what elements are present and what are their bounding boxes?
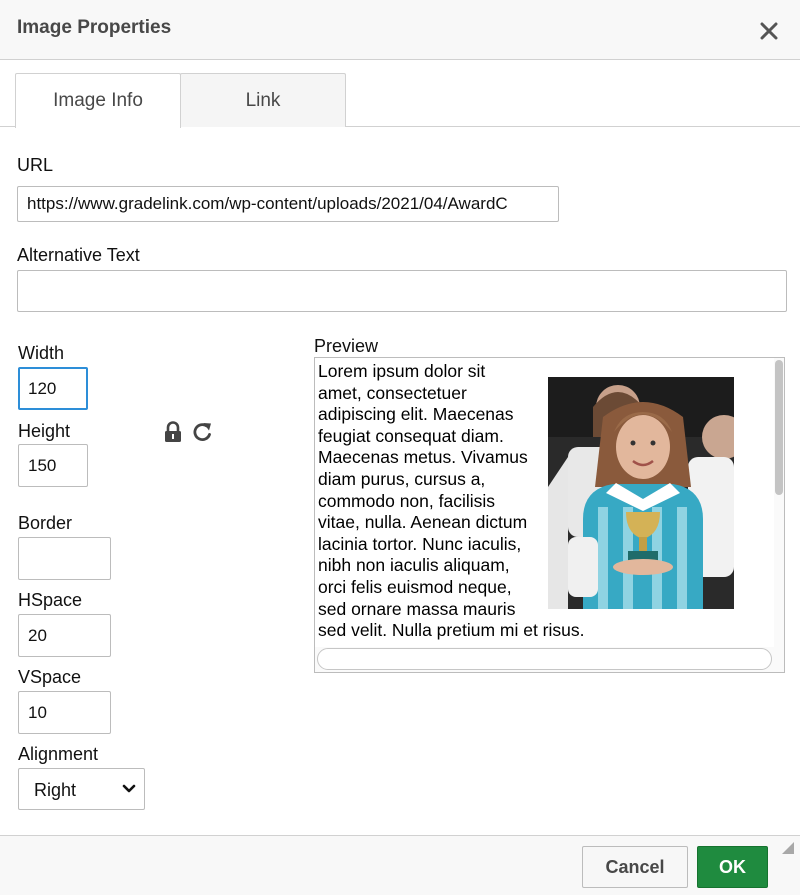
height-label: Height xyxy=(18,421,71,441)
preview-vertical-scrollbar[interactable] xyxy=(774,358,784,672)
url-input[interactable] xyxy=(17,186,559,222)
url-label: URL xyxy=(17,155,54,175)
dialog-title: Image Properties xyxy=(17,17,172,38)
hspace-input[interactable] xyxy=(18,614,111,657)
preview-lorem-text: Lorem ipsum dolor sit amet, consectetuer… xyxy=(318,361,585,641)
tab-bar: Image Info Link xyxy=(0,73,800,128)
dialog-titlebar: Image Properties xyxy=(0,0,800,60)
tab-image-info[interactable]: Image Info xyxy=(15,73,181,128)
close-button[interactable] xyxy=(756,18,782,44)
ok-button[interactable]: OK xyxy=(697,846,768,888)
resize-grip-icon[interactable] xyxy=(778,838,794,854)
reset-size-icon xyxy=(193,423,211,441)
width-label: Width xyxy=(18,343,65,363)
border-input[interactable] xyxy=(18,537,111,580)
vspace-input[interactable] xyxy=(18,691,111,734)
reset-size-button[interactable] xyxy=(192,420,214,444)
preview-horizontal-scroll-thumb[interactable] xyxy=(317,648,772,670)
preview-image xyxy=(548,377,734,609)
height-input[interactable] xyxy=(18,444,88,487)
alt-text-label: Alternative Text xyxy=(17,245,140,265)
alignment-selected-value: Right xyxy=(34,780,77,800)
lock-icon xyxy=(165,421,181,442)
preview-vertical-scroll-thumb[interactable] xyxy=(775,360,783,495)
hspace-label: HSpace xyxy=(18,590,83,610)
preview-label: Preview xyxy=(314,336,379,356)
image-properties-dialog: Image Properties Image Info Link URL Alt… xyxy=(0,0,800,895)
chevron-down-icon xyxy=(122,784,136,793)
dialog-footer: Cancel OK xyxy=(0,835,800,895)
cancel-button[interactable]: Cancel xyxy=(582,846,688,888)
border-label: Border xyxy=(18,513,73,533)
alt-text-input[interactable] xyxy=(17,270,787,312)
preview-pane[interactable]: Lorem ipsum dolor sit amet, consectetuer… xyxy=(314,357,785,673)
vspace-label: VSpace xyxy=(18,667,82,687)
alignment-select[interactable]: Right xyxy=(18,768,145,810)
preview-content: Lorem ipsum dolor sit amet, consectetuer… xyxy=(318,361,768,642)
lock-ratio-button[interactable] xyxy=(163,421,183,443)
width-input[interactable] xyxy=(18,367,88,410)
alignment-label: Alignment xyxy=(18,744,99,764)
tab-link[interactable]: Link xyxy=(180,73,346,127)
preview-horizontal-scrollbar[interactable] xyxy=(315,647,774,672)
close-icon xyxy=(760,22,778,40)
